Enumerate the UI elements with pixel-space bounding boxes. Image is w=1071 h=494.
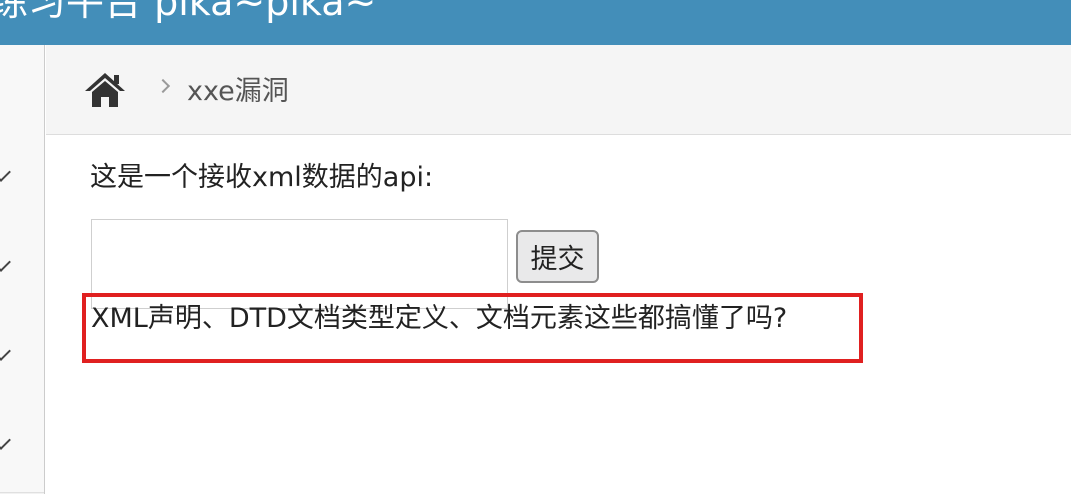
sidebar-item[interactable]: [0, 135, 44, 224]
breadcrumb: xxe漏洞: [46, 45, 1071, 135]
chevron-down-icon: [0, 252, 11, 272]
submit-button[interactable]: 提交: [516, 230, 599, 283]
home-icon[interactable]: [84, 72, 126, 108]
xml-input[interactable]: [91, 219, 508, 309]
breadcrumb-current: xxe漏洞: [187, 76, 289, 107]
chevron-down-icon: [0, 162, 11, 182]
chevron-down-icon: [0, 341, 11, 361]
api-description: 这是一个接收xml数据的api:: [90, 162, 434, 193]
chevron-down-icon: [0, 430, 11, 450]
sidebar-item[interactable]: [0, 312, 44, 402]
xxe-hint-text: XML声明、DTD文档类型定义、文档元素这些都搞懂了吗?: [91, 303, 788, 334]
sidebar-item[interactable]: [0, 45, 44, 136]
sidebar-item[interactable]: [0, 401, 44, 493]
sidebar: [0, 45, 45, 494]
app-title: 练习平台 pika~pika~: [0, 0, 377, 24]
sidebar-item[interactable]: [0, 223, 44, 313]
top-navbar: 练习平台 pika~pika~: [0, 0, 1071, 45]
chevron-right-icon: [155, 78, 171, 94]
